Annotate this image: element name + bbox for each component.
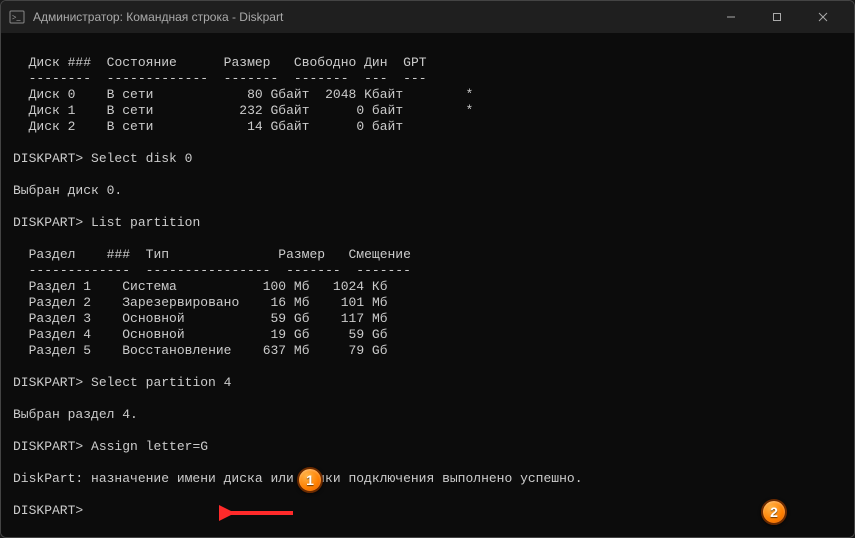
- prompt-line: DISKPART> Select partition 4: [13, 375, 231, 390]
- maximize-button[interactable]: [754, 1, 800, 33]
- part-row: Раздел 5 Восстановление 637 Мб 79 Gб: [13, 343, 388, 358]
- output-line: DiskPart: назначение имени диска или точ…: [13, 471, 583, 486]
- annotation-badge-2: 2: [761, 499, 787, 525]
- output-line: Выбран диск 0.: [13, 183, 122, 198]
- disk-sep: -------- ------------- ------- ------- -…: [13, 71, 427, 86]
- prompt-line: DISKPART> List partition: [13, 215, 200, 230]
- part-row: Раздел 2 Зарезервировано 16 Мб 101 Мб: [13, 295, 388, 310]
- close-button[interactable]: [800, 1, 846, 33]
- part-row: Раздел 3 Основной 59 Gб 117 Мб: [13, 311, 388, 326]
- part-sep: ------------- ---------------- ------- -…: [13, 263, 411, 278]
- terminal-output[interactable]: Диск ### Состояние Размер Свободно Дин G…: [1, 33, 854, 537]
- svg-text:>_: >_: [12, 13, 22, 22]
- minimize-button[interactable]: [708, 1, 754, 33]
- annotation-arrow-2: [649, 505, 761, 537]
- prompt-line: DISKPART> Assign letter=G: [13, 439, 208, 454]
- window-frame: >_ Администратор: Командная строка - Dis…: [0, 0, 855, 538]
- part-row: Раздел 4 Основной 19 Gб 59 Gб: [13, 327, 388, 342]
- part-row: Раздел 1 Система 100 Мб 1024 Кб: [13, 279, 388, 294]
- titlebar[interactable]: >_ Администратор: Командная строка - Dis…: [1, 1, 854, 33]
- cmd-icon: >_: [9, 9, 25, 25]
- disk-header: Диск ### Состояние Размер Свободно Дин G…: [13, 55, 427, 70]
- disk-row: Диск 0 В сети 80 Gбайт 2048 Kбайт *: [13, 87, 473, 102]
- disk-row: Диск 1 В сети 232 Gбайт 0 байт *: [13, 103, 473, 118]
- output-line: Выбран раздел 4.: [13, 407, 138, 422]
- prompt-line: DISKPART> Select disk 0: [13, 151, 192, 166]
- prompt-line: DISKPART>: [13, 503, 91, 518]
- window-controls: [708, 1, 846, 33]
- part-header: Раздел ### Тип Размер Смещение: [13, 247, 411, 262]
- disk-row: Диск 2 В сети 14 Gбайт 0 байт: [13, 119, 403, 134]
- window-title: Администратор: Командная строка - Diskpa…: [33, 10, 708, 24]
